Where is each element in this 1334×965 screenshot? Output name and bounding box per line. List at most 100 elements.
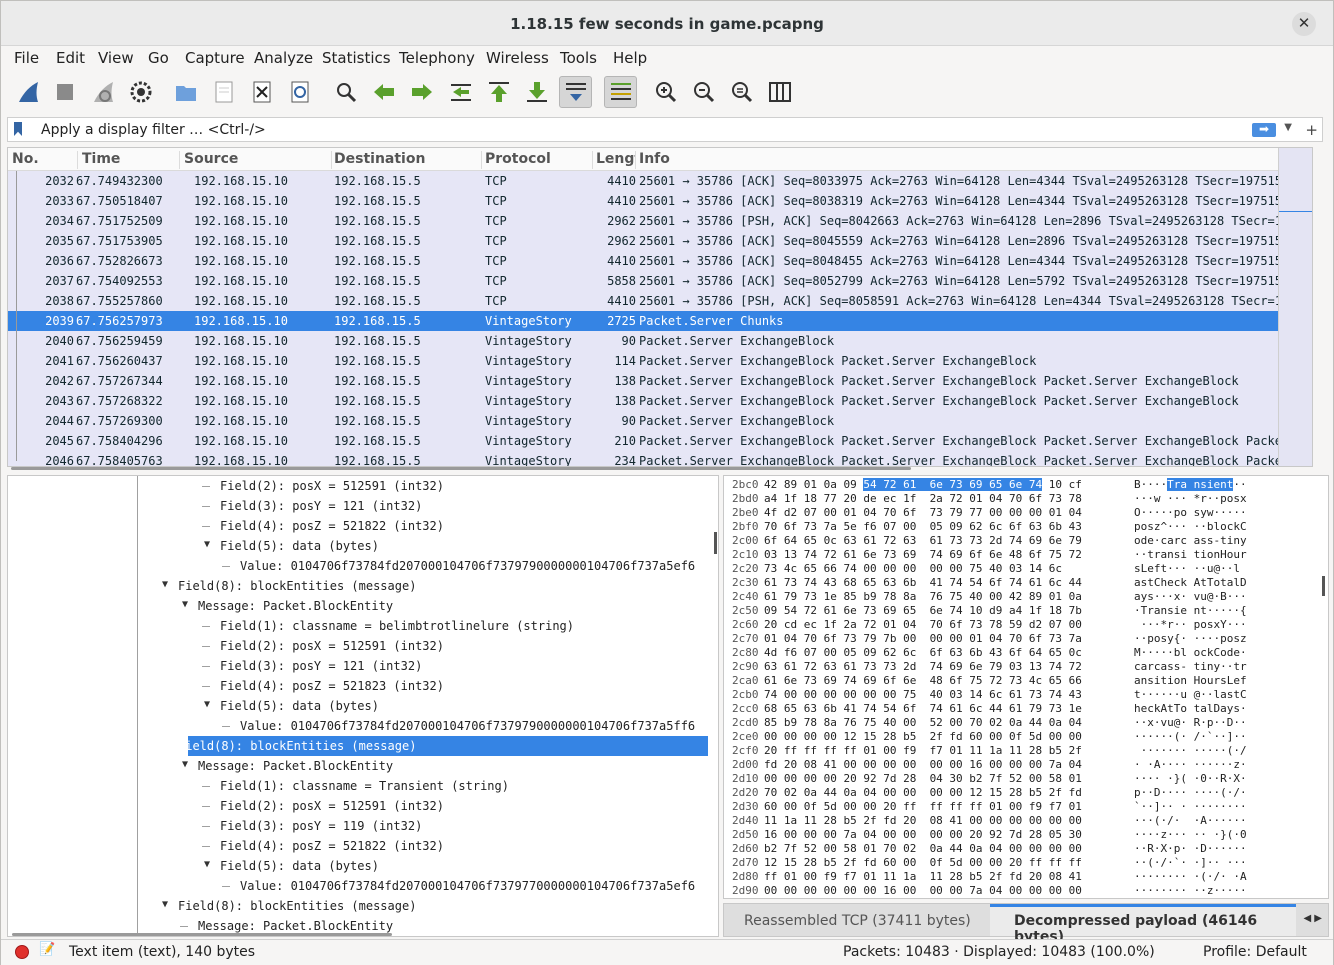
hex-row[interactable]: 2d40 11 1a 11 28 b5 2f fd 20 08 41 00 00 … <box>724 814 1324 828</box>
table-row[interactable]: 2036 67.752826673 192.168.15.10 192.168.15.… <box>8 251 1282 271</box>
tab-scroll-arrows-icon[interactable]: ◀ ▶ <box>1303 913 1322 924</box>
col-info[interactable]: Info <box>639 151 1269 169</box>
hex-row[interactable]: 2d30 60 00 0f 5d 00 00 20 ff ff ff ff 01 … <box>724 800 1324 814</box>
table-row[interactable]: 2042 67.757267344 192.168.15.10 192.168.15.… <box>8 371 1278 391</box>
save-file-icon[interactable] <box>209 76 239 108</box>
tree-node[interactable]: ▼ Message: Packet.BlockEntity <box>8 596 708 616</box>
menu-file[interactable]: File <box>14 49 39 67</box>
menu-edit[interactable]: Edit <box>56 49 85 67</box>
go-to-packet-icon[interactable] <box>446 76 476 108</box>
tree-vscroll[interactable] <box>714 532 717 554</box>
resize-columns-icon[interactable] <box>765 76 795 108</box>
colorize-icon[interactable] <box>604 76 637 108</box>
hex-row[interactable]: 2bf0 70 6f 73 7a 5e f6 07 00 05 09 62 6c … <box>724 520 1324 534</box>
display-filter-input[interactable]: Apply a display filter … <Ctrl-/> <box>41 122 266 138</box>
add-filter-button-icon[interactable]: + <box>1305 121 1318 139</box>
tree-node[interactable]: ▼ Field(5): data (bytes) <box>8 536 708 556</box>
tab-reassembled-tcp[interactable]: Reassembled TCP (37411 bytes) <box>744 913 971 929</box>
table-row[interactable]: 2040 67.756259459 192.168.15.10 192.168.15.… <box>8 331 1278 351</box>
menu-help[interactable]: Help <box>613 49 647 67</box>
close-icon[interactable]: ✕ <box>1292 12 1316 36</box>
tree-node[interactable]: Field(1): classname = belimbtrotlinelure… <box>8 616 708 636</box>
apply-filter-arrow-icon[interactable]: ➡ <box>1252 123 1276 137</box>
col-length[interactable]: Lengt <box>596 151 636 169</box>
hex-row[interactable]: 2d50 16 00 00 00 7a 04 00 00 00 00 20 92 … <box>724 828 1324 842</box>
hex-row[interactable]: 2cf0 20 ff ff ff ff 01 00 f9 f7 01 11 1a … <box>724 744 1324 758</box>
hex-row[interactable]: 2d70 12 15 28 b5 2f fd 60 00 0f 5d 00 00 … <box>724 856 1324 870</box>
stop-icon[interactable] <box>50 76 80 108</box>
menu-telephony[interactable]: Telephony <box>399 49 475 67</box>
tree-node[interactable]: Field(2): posX = 512591 (int32) <box>8 796 708 816</box>
zoom-out-icon[interactable] <box>689 76 719 108</box>
menu-go[interactable]: Go <box>148 49 169 67</box>
expand-arrow-icon[interactable]: ▼ <box>182 599 188 610</box>
tree-node[interactable]: Field(4): posZ = 521823 (int32) <box>8 676 708 696</box>
menu-analyze[interactable]: Analyze <box>254 49 313 67</box>
tree-node[interactable]: ▼ Message: Packet.BlockEntity <box>8 756 708 776</box>
expert-info-led-icon[interactable] <box>15 945 29 959</box>
table-row[interactable]: 2038 67.755257860 192.168.15.10 192.168.15.… <box>8 291 1282 311</box>
col-time[interactable]: Time <box>82 151 180 169</box>
tree-node[interactable]: ▼ Field(8): blockEntities (message) <box>162 736 708 756</box>
hex-row[interactable]: 2bc0 42 89 01 0a 09 54 72 61 6e 73 69 65 … <box>724 478 1324 492</box>
col-destination[interactable]: Destination <box>334 151 482 169</box>
menu-tools[interactable]: Tools <box>560 49 597 67</box>
bookmark-icon[interactable] <box>14 122 22 136</box>
edit-comment-icon[interactable]: 📝 <box>39 942 55 957</box>
hex-row[interactable]: 2d90 00 00 00 00 00 00 16 00 00 00 7a 04 … <box>724 884 1324 898</box>
hex-row[interactable]: 2bd0 a4 1f 18 77 20 de ec 1f 2a 72 01 04 … <box>724 492 1324 506</box>
hex-row[interactable]: 2ce0 00 00 00 00 12 15 28 b5 2f fd 60 00 … <box>724 730 1324 744</box>
shark-fin-start-icon[interactable] <box>13 76 43 108</box>
tree-node[interactable]: Value: 0104706f73784fd207000104706f73797… <box>8 716 708 736</box>
expand-arrow-icon[interactable]: ▼ <box>204 539 210 550</box>
table-row[interactable]: 2035 67.751753905 192.168.15.10 192.168.15.… <box>8 231 1282 251</box>
menu-view[interactable]: View <box>98 49 134 67</box>
go-forward-icon[interactable] <box>407 76 437 108</box>
hex-row[interactable]: 2d10 00 00 00 00 20 92 7d 28 04 30 b2 7f … <box>724 772 1324 786</box>
restart-icon[interactable] <box>88 76 118 108</box>
expand-arrow-icon[interactable]: ▼ <box>162 739 168 750</box>
expand-arrow-icon[interactable]: ▼ <box>204 699 210 710</box>
hex-row[interactable]: 2c80 4d f6 07 00 05 09 62 6c 6f 63 6b 43 … <box>724 646 1324 660</box>
tree-node[interactable]: ▼ Field(8): blockEntities (message) <box>8 896 708 916</box>
hex-row[interactable]: 2c50 09 54 72 61 6e 73 69 65 6e 74 10 d9 … <box>724 604 1324 618</box>
tree-node[interactable]: Value: 0104706f73784fd207000104706f73797… <box>8 876 708 896</box>
zoom-in-icon[interactable] <box>651 76 681 108</box>
hex-row[interactable]: 2c00 6f 64 65 0c 63 61 72 63 61 73 73 2d … <box>724 534 1324 548</box>
table-row[interactable]: 2044 67.757269300 192.168.15.10 192.168.15.… <box>8 411 1278 431</box>
expand-arrow-icon[interactable]: ▼ <box>182 759 188 770</box>
col-source[interactable]: Source <box>184 151 332 169</box>
close-file-icon[interactable] <box>247 76 277 108</box>
tree-node[interactable]: ▼ Field(5): data (bytes) <box>8 856 708 876</box>
hex-row[interactable]: 2c20 73 4c 65 66 74 00 00 00 00 00 75 40 … <box>724 562 1324 576</box>
menu-statistics[interactable]: Statistics <box>322 49 391 67</box>
tree-node[interactable]: Field(2): posX = 512591 (int32) <box>8 636 708 656</box>
expand-arrow-icon[interactable]: ▼ <box>162 579 168 590</box>
tree-node[interactable]: Field(4): posZ = 521822 (int32) <box>8 516 708 536</box>
packet-list-hscroll[interactable] <box>7 467 1313 471</box>
hex-row[interactable]: 2cb0 74 00 00 00 00 00 00 75 40 03 14 6c … <box>724 688 1324 702</box>
tree-node[interactable]: ▼ Field(5): data (bytes) <box>8 696 708 716</box>
table-row[interactable]: 2039 67.756257973 192.168.15.10 192.168.15.… <box>8 311 1278 331</box>
hex-row[interactable]: 2d20 70 02 0a 44 0a 04 00 00 00 00 12 15 … <box>724 786 1324 800</box>
table-row[interactable]: 2045 67.758404296 192.168.15.10 192.168.15.… <box>8 431 1282 451</box>
hex-row[interactable]: 2be0 4f d2 07 00 01 04 70 6f 73 79 77 00 … <box>724 506 1324 520</box>
expand-arrow-icon[interactable]: ▼ <box>204 859 210 870</box>
hex-row[interactable]: 2c30 61 73 74 43 68 65 63 6b 41 74 54 6f … <box>724 576 1324 590</box>
hex-row[interactable]: 2c60 20 cd ec 1f 2a 72 01 04 70 6f 73 78 … <box>724 618 1324 632</box>
hex-row[interactable]: 2d60 b2 7f 52 00 58 01 70 02 0a 44 0a 04 … <box>724 842 1324 856</box>
expand-arrow-icon[interactable]: ▼ <box>162 899 168 910</box>
reload-icon[interactable] <box>285 76 315 108</box>
col-no[interactable]: No. <box>12 151 78 169</box>
tree-node[interactable]: Field(3): posY = 119 (int32) <box>8 816 708 836</box>
tab-decompressed-payload[interactable]: Decompressed payload (46146 bytes) <box>990 904 1296 945</box>
table-row[interactable]: 2046 67.758405763 192.168.15.10 192.168.15.… <box>8 451 1282 466</box>
hex-row[interactable]: 2c10 03 13 74 72 61 6e 73 69 74 69 6f 6e … <box>724 548 1324 562</box>
table-row[interactable]: 2032 67.749432300 192.168.15.10 192.168.15.… <box>8 171 1282 191</box>
hex-row[interactable]: 2cc0 68 65 63 6b 41 74 54 6f 74 61 6c 44 … <box>724 702 1324 716</box>
zoom-normal-icon[interactable] <box>727 76 757 108</box>
hex-row[interactable]: 2cd0 85 b9 78 8a 76 75 40 00 52 00 70 02 … <box>724 716 1324 730</box>
options-gear-icon[interactable] <box>126 76 156 108</box>
open-folder-icon[interactable] <box>171 76 201 108</box>
hex-row[interactable]: 2d00 fd 20 08 41 00 00 00 00 00 00 16 00 … <box>724 758 1324 772</box>
